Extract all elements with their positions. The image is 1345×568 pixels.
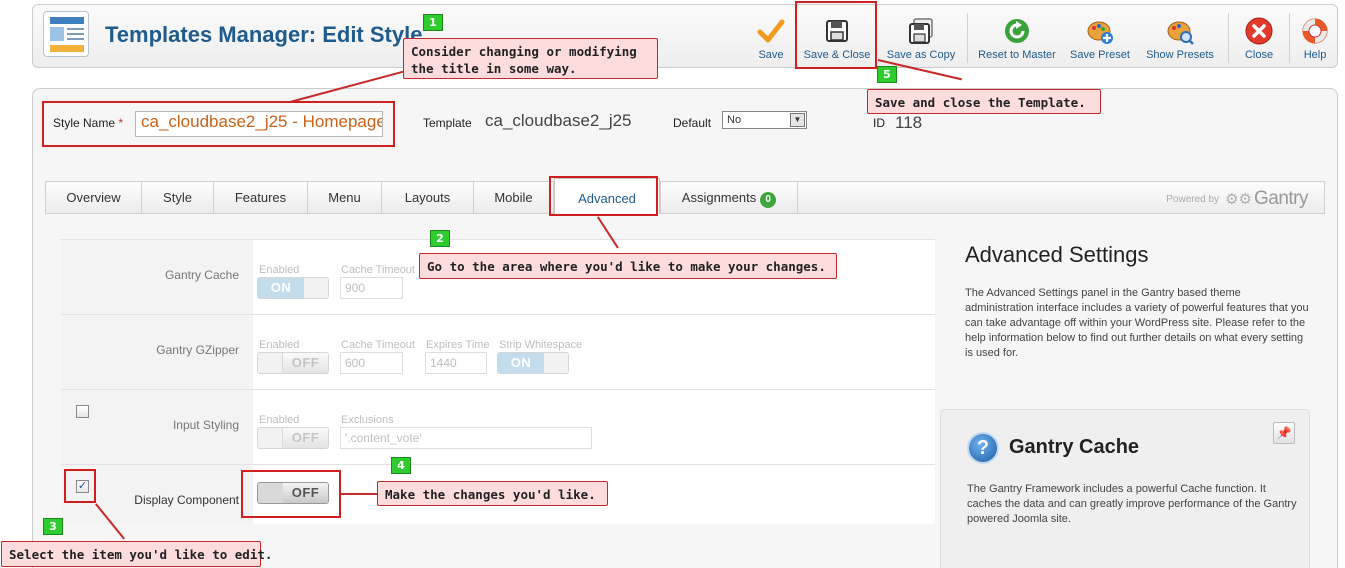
powered-by-label: Powered by — [1166, 193, 1220, 205]
step-badge-1: 1 — [423, 14, 443, 31]
gzipper-strip-label: Strip Whitespace — [499, 339, 583, 351]
gantry-logo: Gantry — [1253, 188, 1309, 209]
tab-style[interactable]: Style — [142, 182, 214, 214]
save-preset-label: Save Preset — [1070, 49, 1130, 61]
show-presets-label: Show Presets — [1146, 49, 1214, 61]
step-badge-3: 3 — [43, 518, 63, 535]
close-icon — [1245, 17, 1273, 45]
default-select[interactable]: No ▼ — [722, 111, 807, 129]
gears-icon: ⚙⚙ — [1225, 191, 1252, 208]
gzipper-expires-input[interactable]: 1440 — [425, 352, 487, 374]
toolbar-separator — [1228, 13, 1229, 63]
cache-timeout-label: Cache Timeout — [341, 264, 415, 276]
step-badge-5: 5 — [877, 66, 897, 83]
step-badge-4: 4 — [391, 457, 411, 474]
gantry-cache-label: Gantry Cache — [164, 268, 239, 282]
reset-to-master-label: Reset to Master — [978, 49, 1056, 61]
page-title: Templates Manager: Edit Style — [105, 22, 423, 47]
palette-search-icon — [1167, 21, 1194, 45]
save-as-copy-label: Save as Copy — [886, 49, 956, 61]
help-label: Help — [1303, 49, 1327, 61]
save-preset-button[interactable]: Save Preset — [1067, 17, 1133, 65]
gzipper-enabled-toggle[interactable]: OFF — [257, 352, 329, 374]
tab-advanced[interactable]: Advanced — [554, 178, 660, 214]
annotation-3: Select the item you'd like to edit. — [1, 541, 272, 567]
cache-enabled-toggle[interactable]: ON — [257, 277, 329, 299]
gzipper-timeout-label: Cache Timeout — [341, 339, 415, 351]
template-label: Template — [423, 116, 472, 130]
floppy-disk-copy-icon — [909, 18, 933, 44]
gzipper-timeout-input[interactable]: 600 — [340, 352, 403, 374]
save-close-label: Save & Close — [803, 49, 871, 61]
input-styling-enabled-label: Enabled — [259, 414, 300, 426]
save-as-copy-button[interactable]: Save as Copy — [883, 17, 959, 65]
help-title: Advanced Settings — [965, 242, 1149, 267]
tab-menu[interactable]: Menu — [308, 182, 382, 214]
close-label: Close — [1244, 49, 1274, 61]
tabs-bar: Overview Style Features Menu Layouts Mob… — [45, 178, 1325, 214]
input-styling-label: Input Styling — [172, 418, 239, 432]
help-box-title: Gantry Cache — [1009, 436, 1140, 458]
gzipper-enabled-label: Enabled — [259, 339, 300, 351]
annotation-2: Go to the area where you'd like to make … — [419, 253, 837, 279]
question-icon: ? — [967, 432, 999, 464]
display-component-checkbox[interactable]: ✓ — [76, 480, 89, 493]
help-box-gantry-cache: ? Gantry Cache 📌 The Gantry Framework in… — [940, 409, 1310, 568]
display-component-toggle[interactable]: OFF — [257, 482, 329, 504]
toolbar: Templates Manager: Edit Style Save Save … — [32, 4, 1338, 68]
annotation-4: Make the changes you'd like. — [377, 481, 608, 506]
templates-manager-icon — [43, 11, 89, 57]
save-label: Save — [758, 49, 784, 61]
help-box-text: The Gantry Framework includes a powerful… — [967, 483, 1297, 525]
help-text: The Advanced Settings panel in the Gantr… — [965, 287, 1309, 359]
close-button[interactable]: Close — [1237, 17, 1281, 65]
step-badge-2: 2 — [430, 230, 450, 247]
tab-assignments-label: Assignments — [681, 190, 757, 205]
input-styling-checkbox[interactable] — [76, 405, 89, 418]
save-close-button[interactable]: Save & Close — [799, 17, 875, 65]
default-select-value: No — [727, 114, 742, 126]
toolbar-separator — [1289, 13, 1290, 63]
chevron-down-icon: ▼ — [790, 113, 805, 127]
style-name-input[interactable]: ca_cloudbase2_j25 - Homepage — [135, 111, 383, 137]
style-name-label: Style Name * — [53, 116, 124, 130]
annotation-5: Save and close the Template. — [867, 89, 1101, 114]
gantry-gzipper-label: Gantry GZipper — [156, 343, 239, 357]
exclusions-input[interactable]: '.content_vote' — [340, 427, 592, 449]
gzipper-expires-label: Expires Time — [426, 339, 490, 351]
exclusions-label: Exclusions — [341, 414, 394, 426]
reset-to-master-button[interactable]: Reset to Master — [977, 17, 1057, 65]
template-value: ca_cloudbase2_j25 — [485, 111, 632, 130]
setting-row-gantry-gzipper: Gantry GZipper Enabled OFF Cache Timeout… — [61, 314, 935, 389]
display-component-label: Display Component — [134, 493, 239, 507]
help-button[interactable]: Help — [1295, 17, 1335, 65]
lifebuoy-icon — [1302, 18, 1328, 44]
save-button[interactable]: Save — [749, 17, 793, 65]
leader-line-4 — [341, 493, 377, 495]
powered-by-gantry: Powered by ⚙⚙ Gantry — [1166, 188, 1308, 210]
tab-features[interactable]: Features — [214, 182, 308, 214]
refresh-icon — [1005, 19, 1029, 43]
id-label: ID — [873, 116, 885, 130]
toolbar-separator — [967, 13, 968, 63]
id-value: 118 — [895, 113, 923, 132]
setting-row-input-styling: Input Styling Enabled OFF Exclusions '.c… — [61, 389, 935, 464]
assignments-count-badge: 0 — [760, 192, 777, 208]
pin-icon[interactable]: 📌 — [1273, 422, 1295, 444]
checkmark-icon — [757, 19, 785, 43]
cache-enabled-label: Enabled — [259, 264, 300, 276]
tab-mobile[interactable]: Mobile — [474, 182, 554, 214]
gzipper-strip-toggle[interactable]: ON — [497, 352, 569, 374]
cache-timeout-input[interactable]: 900 — [340, 277, 403, 299]
palette-plus-icon — [1087, 21, 1113, 44]
edit-style-panel: Style Name * ca_cloudbase2_j25 - Homepag… — [32, 88, 1338, 568]
input-styling-toggle[interactable]: OFF — [257, 427, 329, 449]
show-presets-button[interactable]: Show Presets — [1143, 17, 1217, 65]
floppy-disk-icon — [826, 20, 848, 42]
tab-overview[interactable]: Overview — [46, 182, 142, 214]
tab-layouts[interactable]: Layouts — [382, 182, 474, 214]
default-label: Default — [673, 116, 712, 130]
annotation-1: Consider changing or modifying the title… — [403, 38, 658, 79]
tab-assignments[interactable]: Assignments 0 — [660, 182, 798, 214]
